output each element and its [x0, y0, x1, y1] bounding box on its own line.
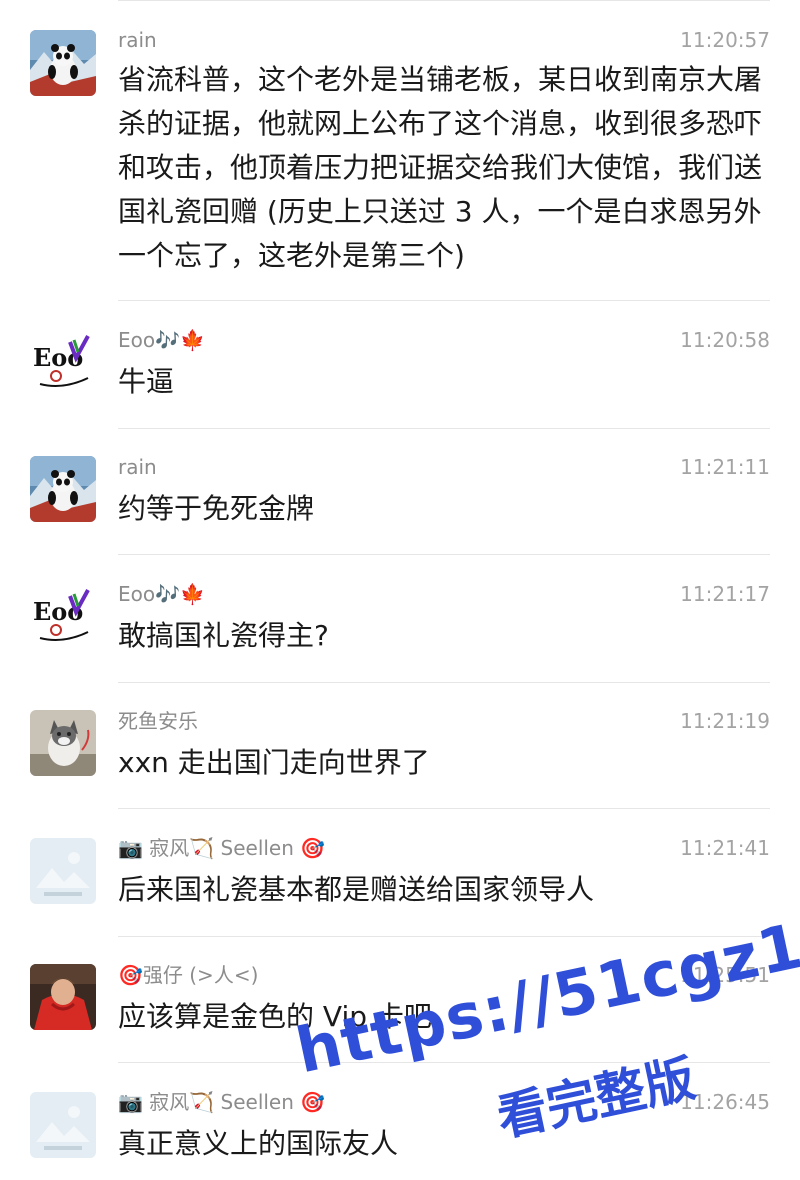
message-text: 敢搞国礼瓷得主?: [118, 619, 329, 652]
separator: [118, 936, 770, 937]
separator: [118, 682, 770, 683]
message-text: 后来国礼瓷基本都是赠送给国家领导人: [118, 873, 595, 906]
separator: [118, 0, 770, 1]
message-time: 11:21:17: [680, 582, 770, 606]
sender-name[interactable]: 死鱼安乐: [118, 709, 198, 733]
message-time: 11:25:51: [680, 963, 770, 987]
placeholder-avatar[interactable]: [30, 838, 96, 904]
message-time: 11:20:58: [680, 328, 770, 352]
sender-name[interactable]: 📷 寂风🏹 Seellen 🎯: [118, 1090, 325, 1114]
sender-name[interactable]: rain: [118, 28, 157, 52]
message-time: 11:21:19: [680, 709, 770, 733]
sender-name[interactable]: 🎯强仔 (>人<): [118, 963, 258, 987]
sender-name[interactable]: Eoo🎶🍁: [118, 582, 205, 606]
panda-avatar[interactable]: [30, 456, 96, 522]
eoo-logo-avatar[interactable]: Eoo: [30, 328, 96, 394]
sender-name[interactable]: rain: [118, 455, 157, 479]
separator: [118, 554, 770, 555]
message-time: 11:26:45: [680, 1090, 770, 1114]
message-text: xxn 走出国门走向世界了: [118, 746, 430, 779]
sender-name[interactable]: Eoo🎶🍁: [118, 328, 205, 352]
eoo-logo-avatar[interactable]: Eoo: [30, 582, 96, 648]
message-text: 约等于免死金牌: [118, 492, 315, 525]
message-text: 牛逼: [118, 365, 175, 398]
panda-avatar[interactable]: [30, 30, 96, 96]
chat-history: rain 11:20:57 省流科普，这个老外是当铺老板，某日收到南京大屠杀的证…: [0, 0, 800, 1175]
placeholder-avatar[interactable]: [30, 1092, 96, 1158]
separator: [118, 1062, 770, 1063]
message-text: 省流科普，这个老外是当铺老板，某日收到南京大屠杀的证据，他就网上公布了这个消息，…: [118, 63, 763, 272]
red-jacket-avatar[interactable]: [30, 964, 96, 1030]
separator: [118, 808, 770, 809]
message-text: 应该算是金色的 Vip 卡吧: [118, 1000, 432, 1033]
message-time: 11:21:11: [680, 455, 770, 479]
message-time: 11:21:41: [680, 836, 770, 860]
message-time: 11:20:57: [680, 28, 770, 52]
separator: [118, 300, 770, 301]
separator: [118, 428, 770, 429]
cat-avatar[interactable]: [30, 710, 96, 776]
message-text: 真正意义上的国际友人: [118, 1127, 399, 1160]
sender-name[interactable]: 📷 寂风🏹 Seellen 🎯: [118, 836, 325, 860]
